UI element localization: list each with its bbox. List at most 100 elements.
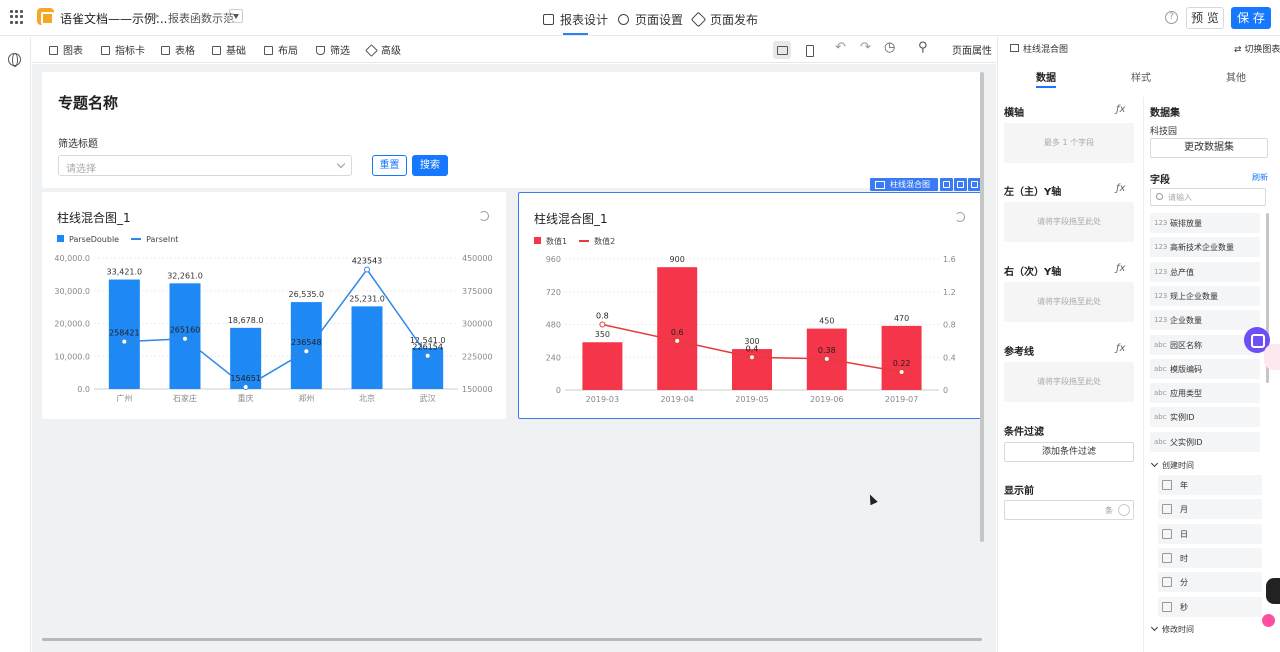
globe-icon[interactable] (8, 53, 21, 67)
field-item[interactable]: 123 高新技术企业数量 (1150, 237, 1260, 258)
field-item[interactable]: abc 父实例ID (1150, 431, 1260, 452)
chart-card-2[interactable]: 柱线混合图_1 数值1 数值2 960 720 480 240 0 1.6 1.2 0.8 0.… (518, 192, 982, 419)
field-group-label: 创建时间 (1162, 461, 1194, 470)
refresh-icon[interactable] (479, 211, 489, 221)
fields-refresh-link[interactable]: 刷新 (1252, 172, 1268, 183)
add-condition-filter-button[interactable]: 添加条件过滤 (1004, 442, 1134, 462)
field-search-input[interactable]: 请输入 (1150, 188, 1266, 206)
y-tick-left: 30,000.0 (54, 287, 90, 296)
display-top-input[interactable]: 条 (1004, 500, 1134, 520)
switch-chart-button[interactable]: ⇄ 切换图表 (1234, 42, 1280, 55)
mobile-view-icon[interactable] (800, 41, 818, 59)
date-part-item[interactable]: 月 (1158, 499, 1262, 520)
toolbar-basic[interactable]: 基础 (212, 42, 246, 57)
search-icon[interactable]: ⚲ (918, 40, 928, 55)
filter-select[interactable]: 请选择 (58, 155, 352, 176)
bar-data-label: 25,231.0 (349, 294, 385, 303)
tab-page-settings[interactable]: 页面设置 (618, 11, 683, 28)
line-data-label: 265160 (170, 326, 201, 335)
y-tick-left: 0 (556, 386, 561, 395)
redo-icon[interactable]: ↷ (860, 40, 871, 55)
x-axis-dropzone[interactable]: 最多 1 个字段 (1004, 123, 1134, 163)
selected-component-label[interactable]: 柱线混合图 (870, 178, 938, 191)
reset-button[interactable]: 重置 (372, 155, 407, 176)
history-icon[interactable]: ◷ (884, 40, 895, 55)
filter-card[interactable]: 专题名称 筛选标题 请选择 重置 搜索 (42, 72, 982, 188)
field-name: 总产值 (1170, 267, 1194, 277)
side-bubble[interactable] (1264, 344, 1280, 370)
field-group-created[interactable]: 创建时间 (1150, 459, 1194, 471)
preview-button[interactable]: 预 览 (1186, 7, 1224, 29)
fx-icon[interactable]: ƒx (1116, 343, 1125, 354)
tab-report-design[interactable]: 报表设计 (543, 11, 608, 35)
x-tick-label: 2019-03 (586, 395, 619, 404)
fx-icon[interactable]: ƒx (1116, 263, 1125, 274)
toolbar-filter[interactable]: 筛选 (316, 42, 350, 57)
date-part-item[interactable]: 时 (1158, 547, 1262, 568)
toolbar-advanced[interactable]: 高级 (365, 42, 401, 57)
date-part-item[interactable]: 年 (1158, 475, 1262, 495)
display-top-unit: 条 (1105, 506, 1113, 515)
brain-icon[interactable] (1262, 614, 1275, 627)
legend-item[interactable]: 数值1 (534, 236, 567, 247)
side-tool-icon[interactable] (1266, 578, 1280, 604)
date-part-item[interactable]: 分 (1158, 572, 1262, 593)
line-data-label: 154651 (230, 374, 261, 383)
chart-card-1[interactable]: 柱线混合图_1 ParseDouble ParseInt 40,000.0 30,… (42, 192, 506, 419)
change-dataset-button[interactable]: 更改数据集 (1150, 138, 1268, 158)
breadcrumb-dropdown-icon[interactable] (229, 9, 243, 23)
legend-item[interactable]: 数值2 (579, 236, 615, 247)
left-y-axis-dropzone[interactable]: 请将字段拖至此处 (1004, 202, 1134, 242)
tab-style[interactable]: 样式 (1131, 69, 1151, 84)
field-item[interactable]: 123 企业数量 (1150, 310, 1260, 331)
mixed-chart-1: 40,000.0 30,000.0 20,000.0 10,000.0 0.0 45000… (54, 254, 492, 403)
bar-chart-icon (49, 46, 58, 55)
breadcrumb-current[interactable]: 报表函数示范 (168, 10, 234, 26)
right-y-axis-dropzone[interactable]: 请将字段拖至此处 (1004, 282, 1134, 322)
date-part-item[interactable]: 秒 (1158, 596, 1262, 617)
refresh-icon[interactable] (955, 212, 965, 222)
toolbar-chart[interactable]: 图表 (49, 42, 83, 57)
app-grid-icon[interactable] (10, 10, 24, 24)
legend-item[interactable]: ParseDouble (57, 235, 119, 244)
field-group-modified[interactable]: 修改时间 (1150, 623, 1194, 635)
help-icon[interactable]: ? (1165, 11, 1178, 24)
reference-line-dropzone[interactable]: 请将字段拖至此处 (1004, 362, 1134, 402)
canvas-vertical-scrollbar[interactable] (980, 72, 984, 542)
field-item[interactable]: 123 规上企业数量 (1150, 285, 1260, 306)
field-search-placeholder: 请输入 (1168, 193, 1192, 202)
undo-icon[interactable]: ↶ (835, 40, 846, 55)
legend-item[interactable]: ParseInt (131, 235, 178, 244)
save-button[interactable]: 保 存 (1231, 7, 1271, 29)
toolbar-table[interactable]: 表格 (161, 42, 195, 57)
filter-icon (316, 46, 325, 55)
refresh-component-icon[interactable] (940, 178, 953, 191)
field-type-badge: 123 (1154, 219, 1168, 227)
fx-icon[interactable]: ƒx (1116, 183, 1125, 194)
field-name: 园区名称 (1170, 340, 1202, 350)
chevron-down-icon (336, 159, 346, 169)
x-tick-label: 2019-04 (660, 395, 693, 404)
field-item[interactable]: abc 模版编码 (1150, 358, 1260, 379)
tab-page-publish[interactable]: 页面发布 (690, 11, 758, 28)
tab-data[interactable]: 数据 (1036, 69, 1056, 88)
copy-component-icon[interactable] (954, 178, 967, 191)
field-item[interactable]: 123 总产值 (1150, 261, 1260, 282)
field-type-badge: 123 (1154, 291, 1168, 300)
toolbar-metric-card[interactable]: 指标卡 (101, 42, 145, 57)
tab-other[interactable]: 其他 (1226, 69, 1246, 84)
fx-icon[interactable]: ƒx (1116, 104, 1125, 115)
date-part-item[interactable]: 日 (1158, 523, 1262, 544)
send-icon (690, 11, 707, 28)
field-item[interactable]: abc 应用类型 (1150, 383, 1260, 404)
desktop-view-icon[interactable] (773, 41, 791, 59)
canvas-horizontal-scrollbar[interactable] (42, 638, 982, 641)
stepper-icon[interactable] (1118, 504, 1130, 516)
search-button[interactable]: 搜索 (412, 155, 448, 176)
filter-label: 筛选标题 (58, 139, 98, 150)
toolbar-layout[interactable]: 布局 (264, 42, 298, 57)
field-item[interactable]: 123 碳排放量 (1150, 213, 1260, 233)
design-canvas: 专题名称 筛选标题 请选择 重置 搜索 柱线混合图 柱线混合图_1 ParseD… (32, 64, 996, 652)
field-item[interactable]: abc 实例ID (1150, 407, 1260, 428)
page-properties-button[interactable]: 页面属性 (952, 42, 992, 57)
